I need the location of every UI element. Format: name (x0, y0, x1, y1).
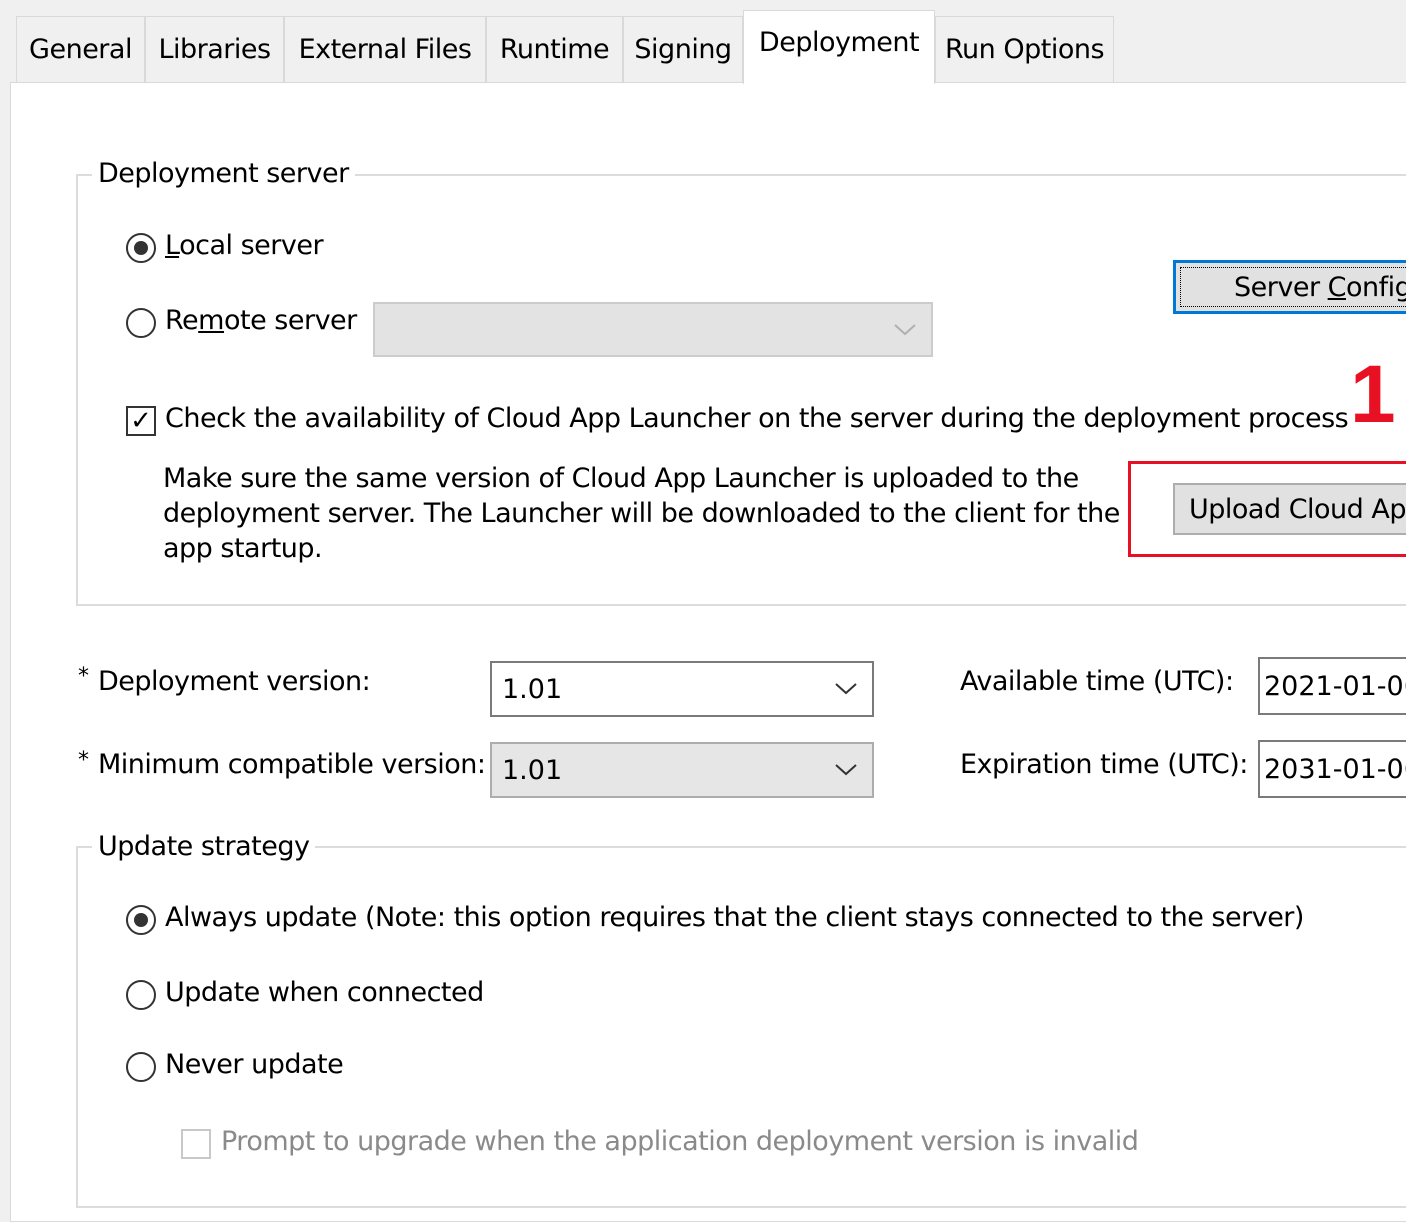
available-time-value: 2021-01-06 (1264, 670, 1406, 702)
always-update-radio[interactable] (126, 905, 156, 935)
server-config-label: Server Config (1234, 271, 1406, 303)
tab-libraries[interactable]: Libraries (145, 16, 284, 82)
deployment-version-combobox[interactable]: 1.01 (490, 661, 874, 717)
tab-general[interactable]: General (16, 16, 145, 82)
remote-server-dropdown[interactable] (373, 302, 933, 357)
launcher-note-line-1: Make sure the same version of Cloud App … (163, 463, 1079, 494)
minimum-version-label: Minimum compatible version: (98, 749, 486, 780)
radio-selected-dot (134, 241, 148, 255)
tab-external-files[interactable]: External Files (284, 16, 486, 82)
deployment-version-label: Deployment version: (98, 666, 371, 697)
update-strategy-legend: Update strategy (92, 831, 316, 862)
tab-label: Run Options (944, 34, 1105, 65)
required-mark: * (78, 748, 89, 773)
check-launcher-checkbox[interactable]: ✓ (126, 406, 156, 436)
required-mark: * (78, 664, 89, 689)
launcher-note-line-2: deployment server. The Launcher will be … (163, 498, 1120, 529)
local-server-radio[interactable] (126, 233, 156, 263)
available-time-label: Available time (UTC): (960, 666, 1234, 697)
tab-label: Libraries (158, 34, 271, 65)
tab-label: Runtime (499, 34, 610, 65)
check-launcher-label[interactable]: Check the availability of Cloud App Laun… (165, 403, 1349, 434)
minimum-version-value: 1.01 (502, 754, 563, 786)
update-when-connected-label[interactable]: Update when connected (165, 977, 484, 1008)
deployment-server-legend: Deployment server (92, 158, 355, 189)
chevron-down-icon[interactable] (834, 763, 858, 777)
upload-button-label: Upload Cloud App (1189, 493, 1406, 525)
annotation-number: 1 (1350, 349, 1396, 440)
checkmark-icon: ✓ (130, 406, 152, 436)
prompt-upgrade-checkbox[interactable] (181, 1129, 211, 1159)
never-update-label[interactable]: Never update (165, 1049, 344, 1080)
never-update-radio[interactable] (126, 1052, 156, 1082)
tab-label: Signing (634, 34, 732, 65)
available-time-picker[interactable]: 2021-01-06 (1258, 657, 1406, 715)
remote-server-radio[interactable] (126, 308, 156, 338)
minimum-version-combobox[interactable]: 1.01 (490, 742, 874, 798)
upload-cloud-app-launcher-button[interactable]: Upload Cloud App (1173, 483, 1406, 535)
deployment-version-value: 1.01 (502, 673, 563, 705)
prompt-upgrade-label: Prompt to upgrade when the application d… (221, 1126, 1139, 1157)
server-config-button[interactable]: Server Config (1173, 260, 1406, 314)
tab-deployment[interactable]: Deployment (743, 10, 935, 84)
update-when-connected-radio[interactable] (126, 980, 156, 1010)
tab-label: General (29, 34, 132, 65)
always-update-label[interactable]: Always update (Note: this option require… (165, 902, 1304, 933)
expiration-time-value: 2031-01-06 (1264, 753, 1406, 785)
tab-label: Deployment (758, 27, 920, 58)
launcher-note-line-3: app startup. (163, 533, 323, 564)
expiration-time-label: Expiration time (UTC): (960, 749, 1248, 780)
radio-selected-dot (134, 913, 148, 927)
tab-run-options[interactable]: Run Options (935, 16, 1114, 82)
chevron-down-icon[interactable] (834, 682, 858, 696)
remote-server-label[interactable]: Remote server (165, 305, 357, 336)
tab-label: External Files (298, 34, 472, 65)
tab-signing[interactable]: Signing (623, 16, 743, 82)
local-server-label[interactable]: Local server (165, 230, 324, 261)
chevron-down-icon (894, 323, 916, 335)
expiration-time-picker[interactable]: 2031-01-06 (1258, 740, 1406, 798)
tab-runtime[interactable]: Runtime (486, 16, 623, 82)
